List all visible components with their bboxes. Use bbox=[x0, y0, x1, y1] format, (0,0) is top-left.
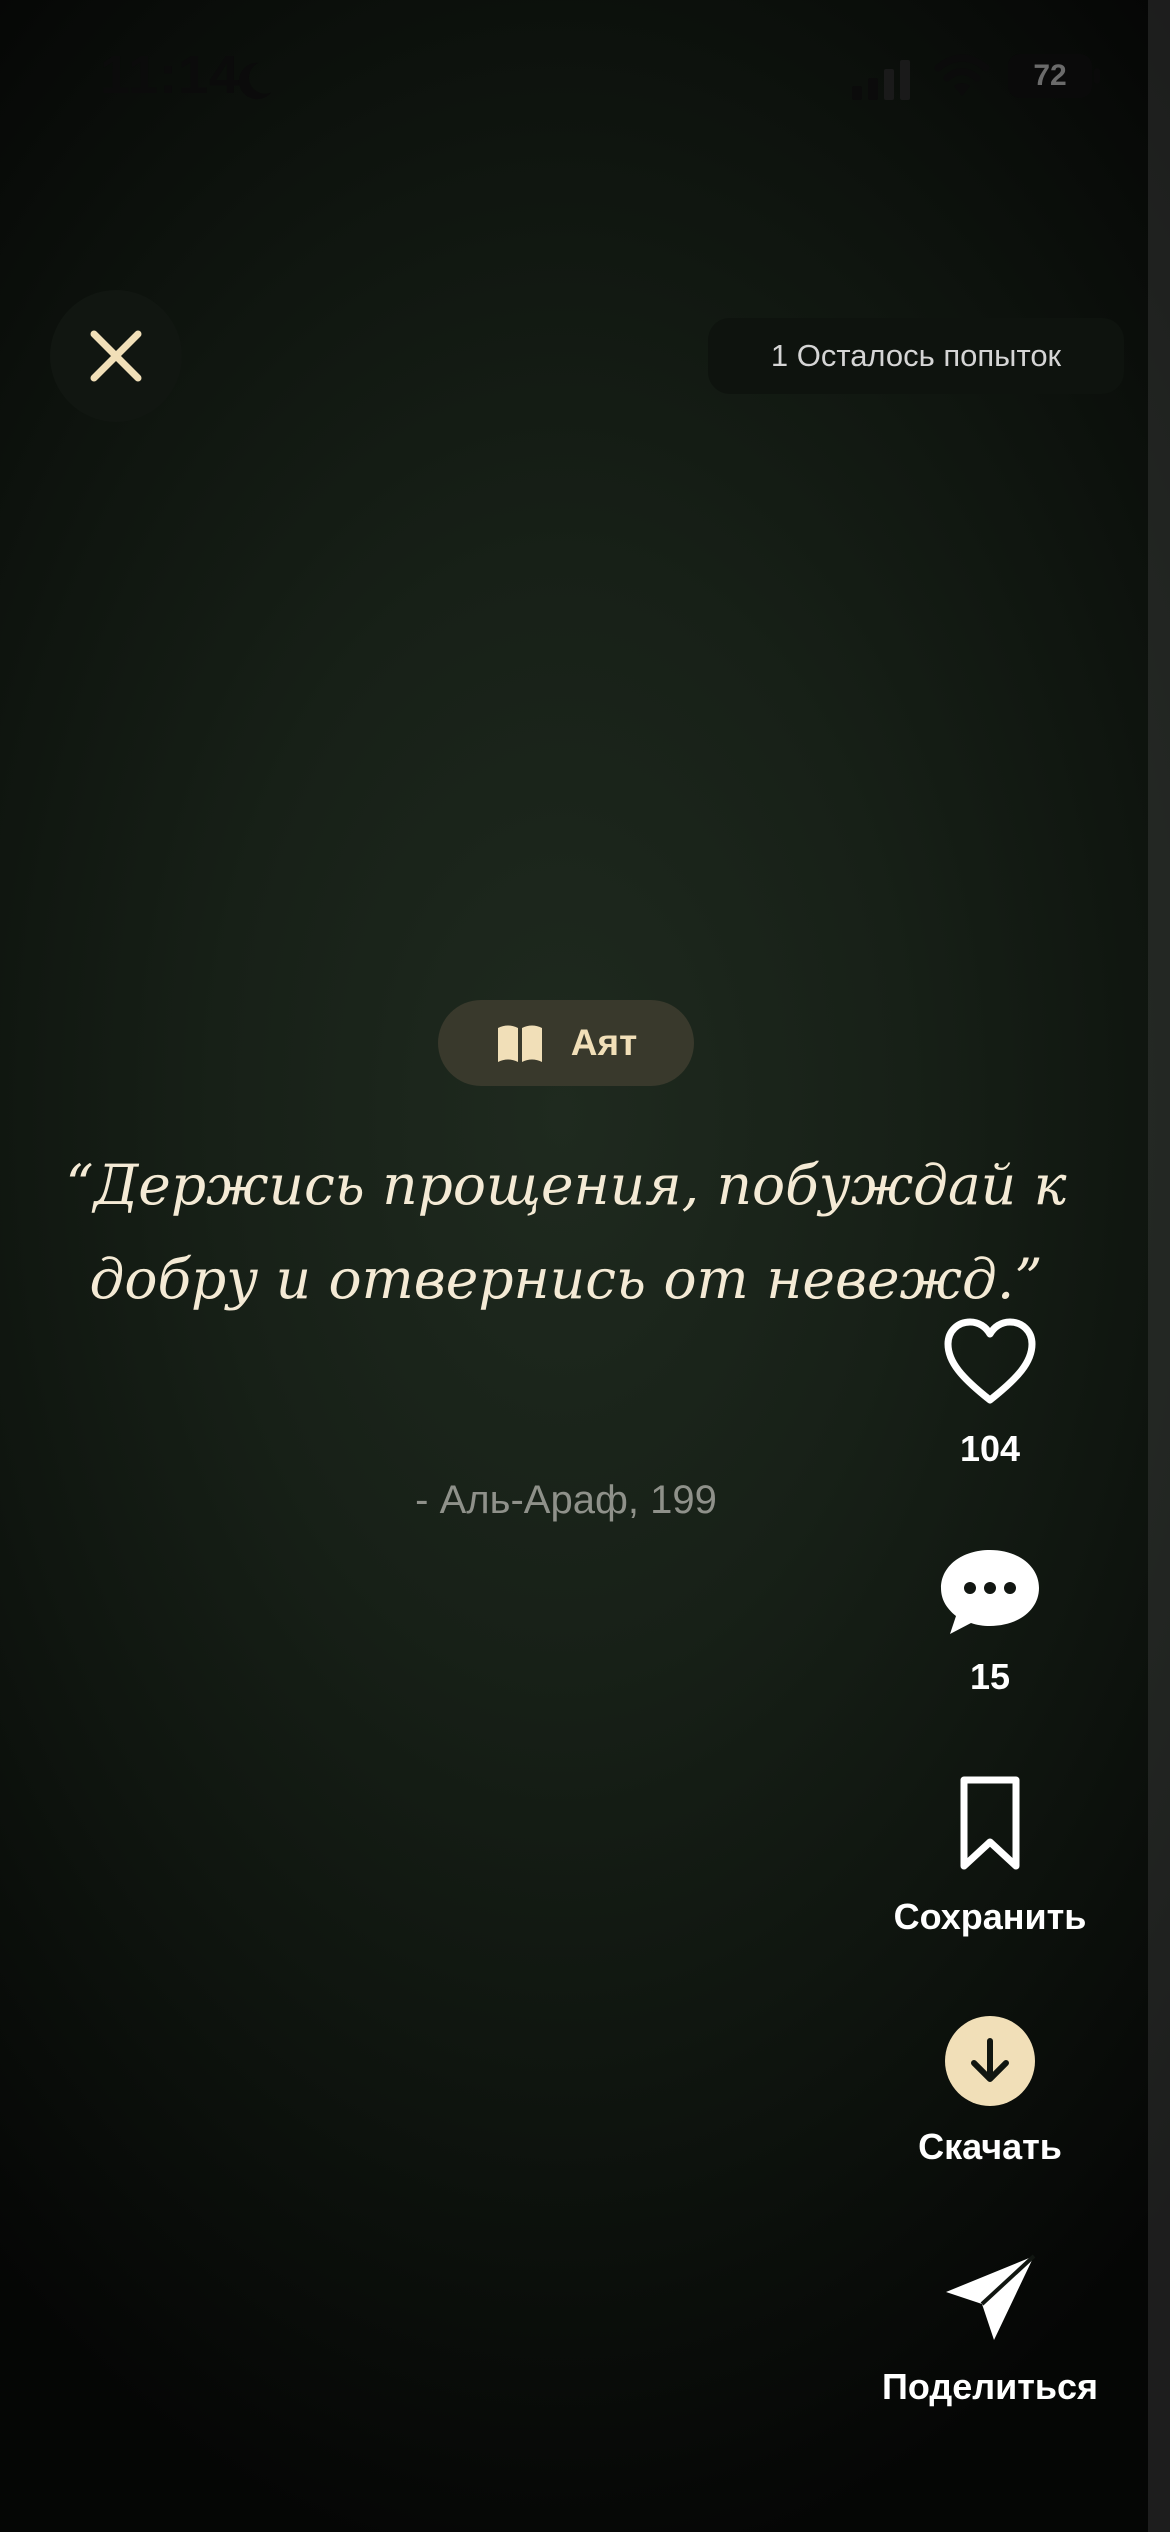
category-badge: Аят bbox=[438, 1000, 694, 1086]
save-button[interactable]: Сохранить bbox=[870, 1776, 1110, 1938]
book-icon bbox=[497, 1025, 542, 1062]
status-time: 11:14 bbox=[100, 45, 241, 105]
battery-icon: 72 bbox=[1008, 54, 1092, 98]
attempts-remaining-badge: 1 Осталось попыток bbox=[708, 318, 1124, 394]
download-label: Скачать bbox=[918, 2126, 1062, 2167]
moon-icon bbox=[238, 62, 272, 100]
signal-icon bbox=[852, 60, 910, 100]
paper-plane-icon bbox=[946, 2254, 1036, 2340]
heart-icon bbox=[944, 1318, 1036, 1404]
attempts-label: 1 Осталось попыток bbox=[770, 338, 1062, 373]
quote-text: “Держись прощения, побуждай к добру и от… bbox=[65, 1153, 1067, 1311]
download-circle bbox=[945, 2016, 1035, 2106]
close-icon bbox=[90, 330, 142, 382]
category-label: Аят bbox=[570, 1022, 638, 1063]
quote-source: - Аль-Араф, 199 bbox=[415, 1478, 717, 1522]
battery-level: 72 bbox=[1033, 59, 1067, 92]
share-label: Поделиться bbox=[881, 2366, 1099, 2407]
like-button[interactable]: 104 bbox=[870, 1318, 1110, 1470]
close-button[interactable] bbox=[50, 290, 182, 422]
comment-button[interactable]: 15 bbox=[870, 1546, 1110, 1698]
comment-bubble-icon bbox=[941, 1550, 1039, 1634]
like-count: 104 bbox=[959, 1428, 1021, 1469]
bookmark-icon bbox=[960, 1776, 1020, 1870]
save-label: Сохранить bbox=[893, 1896, 1087, 1937]
screen-edge bbox=[1148, 0, 1170, 2532]
wifi-icon bbox=[934, 54, 990, 96]
comment-count: 15 bbox=[969, 1656, 1011, 1697]
share-button[interactable]: Поделиться bbox=[870, 2252, 1110, 2408]
download-arrow-icon bbox=[971, 2038, 1009, 2082]
battery-tip bbox=[1094, 68, 1100, 84]
download-button[interactable]: Скачать bbox=[870, 2016, 1110, 2168]
